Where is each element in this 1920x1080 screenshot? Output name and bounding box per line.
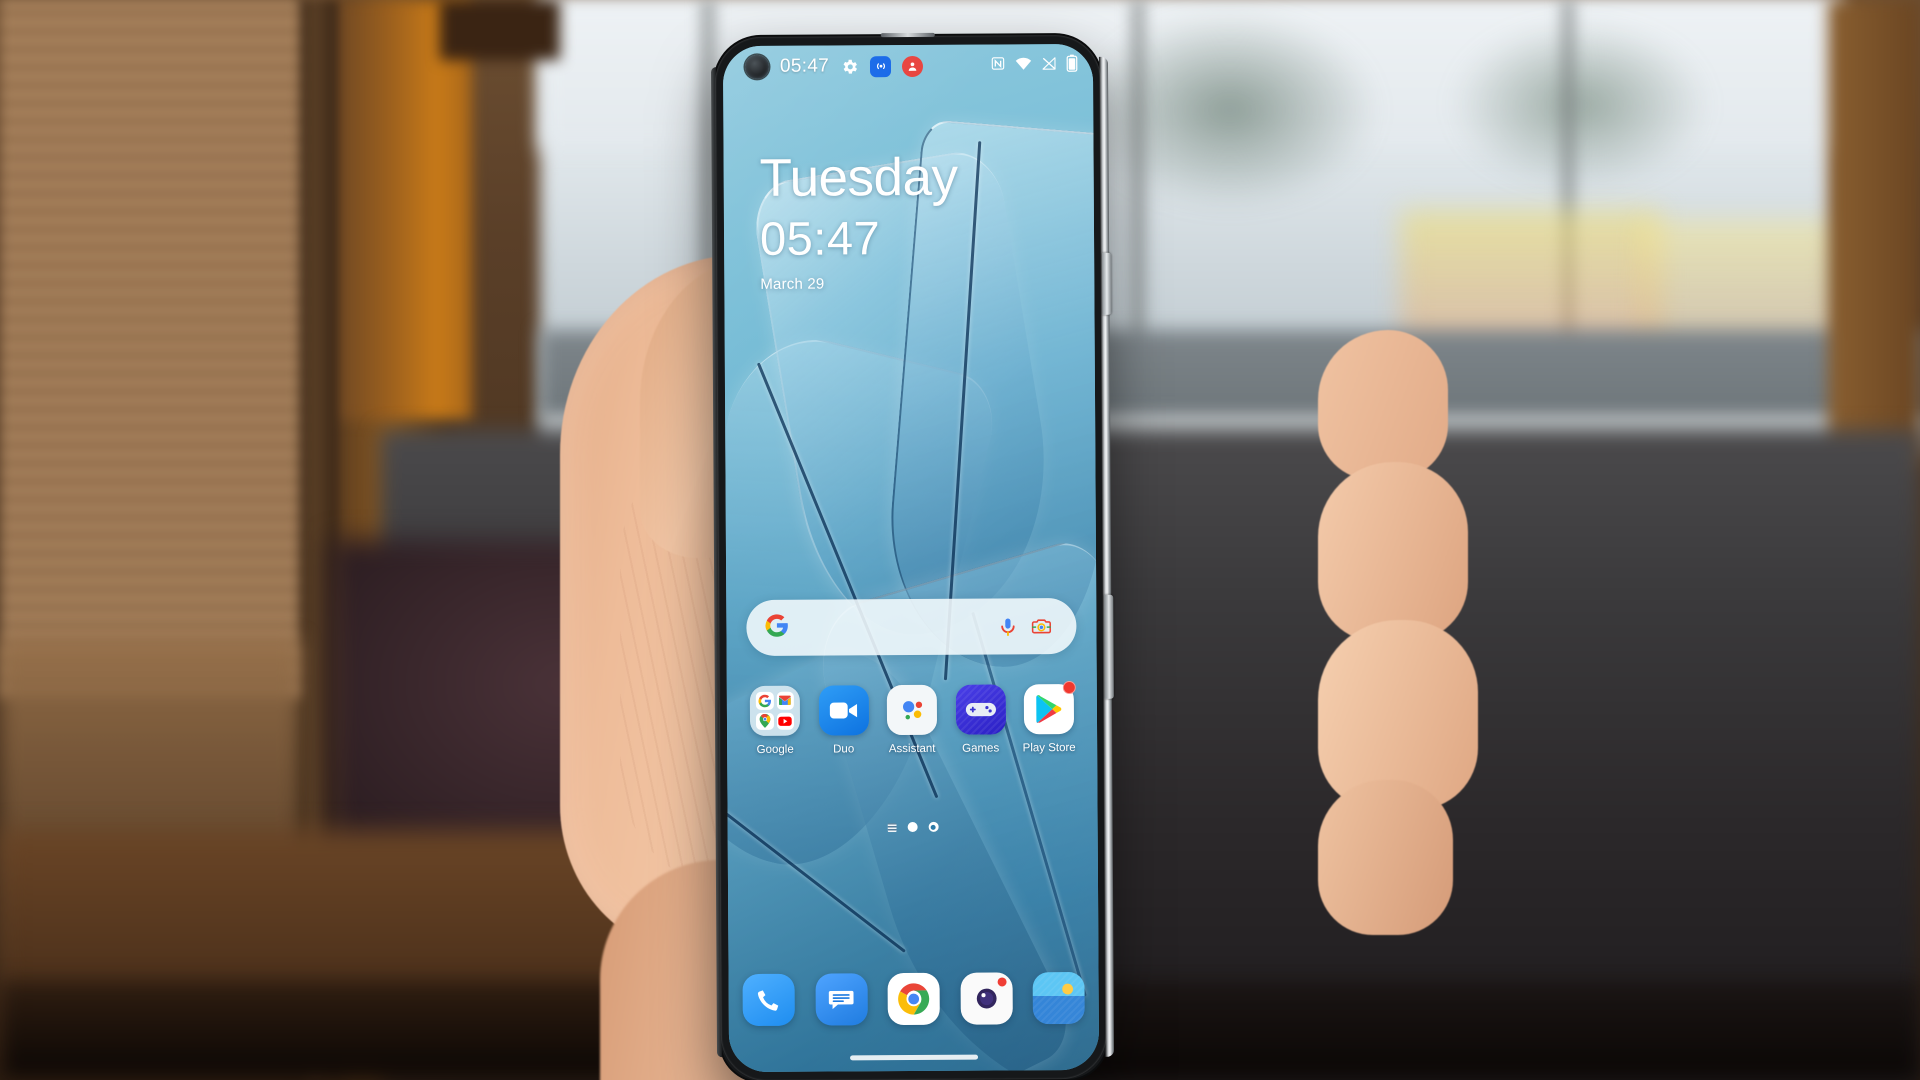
google-folder-icon[interactable]: [749, 685, 801, 736]
play-store-icon[interactable]: [1023, 680, 1076, 735]
google-g-logo-icon: [764, 613, 789, 643]
status-bar-clock: 05:47: [779, 55, 830, 77]
gesture-navigation-pill[interactable]: [850, 1054, 979, 1061]
mini-icon-youtube: [776, 712, 795, 730]
power-button[interactable]: [1104, 594, 1114, 699]
clock-widget[interactable]: Tuesday 05:47 March 29: [759, 147, 959, 293]
play-store-notification-badge: [1062, 680, 1076, 695]
app-label-games: Games: [962, 742, 1000, 755]
dock-icon-phone[interactable]: [742, 973, 795, 1027]
photo-scene: 05:47 Tuesday 05:47 March 29 Google Duo …: [0, 0, 1920, 1080]
app-dock: [742, 971, 1085, 1027]
app-icon-assistant[interactable]: Assistant: [878, 684, 946, 756]
dock-icon-camera[interactable]: [960, 972, 1013, 1025]
right-wood-post: [1828, 0, 1920, 470]
search-input[interactable]: [789, 627, 990, 628]
app-icon-google-folder[interactable]: Google: [741, 685, 809, 756]
index-finger: [1318, 330, 1448, 480]
status-bar-right-icons: [990, 54, 1078, 77]
google-search-bar[interactable]: [746, 597, 1077, 657]
nfc-icon: [990, 55, 1006, 75]
pinky-finger: [1318, 780, 1453, 935]
google-lens-camera-icon[interactable]: [1024, 609, 1058, 643]
middle-finger: [1318, 462, 1468, 642]
phone-screen[interactable]: 05:47 Tuesday 05:47 March 29 Google Duo …: [722, 43, 1100, 1073]
assistant-icon[interactable]: [886, 684, 938, 736]
tree-blur-2: [1450, 20, 1710, 190]
app-label-google: Google: [756, 743, 794, 756]
dock-icon-chrome[interactable]: [887, 972, 940, 1026]
home-screen-app-row: Google Duo Assistant Games Play Store: [741, 680, 1083, 756]
front-camera-punch-hole: [744, 54, 770, 80]
tree-blur: [1080, 10, 1380, 210]
smartphone: 05:47 Tuesday 05:47 March 29 Google Duo …: [710, 32, 1115, 1080]
dock-icon-gallery[interactable]: [1032, 971, 1085, 1025]
app-label-assistant: Assistant: [888, 742, 936, 756]
earpiece-speaker: [880, 32, 935, 38]
mini-icon-google: [755, 691, 774, 710]
cellular-signal-off-icon: [1041, 56, 1057, 74]
page-indicator-recents[interactable]: [887, 822, 897, 832]
alert-slider-button[interactable]: [1102, 252, 1112, 315]
dock-icon-messages[interactable]: [815, 973, 868, 1026]
status-bar[interactable]: 05:47: [723, 44, 1093, 88]
account-alert-badge-icon[interactable]: [901, 55, 924, 77]
app-icon-play-store[interactable]: Play Store: [1015, 680, 1083, 755]
nfc-broadcast-badge-icon[interactable]: [869, 55, 892, 77]
window-blinds: [0, 0, 300, 700]
wood-column-lit: [332, 0, 472, 420]
mini-icon-gmail: [776, 691, 794, 710]
camera-notification-dot: [997, 977, 1007, 987]
clock-widget-day: Tuesday: [759, 147, 958, 208]
page-indicator-home-active[interactable]: [907, 821, 918, 833]
battery-icon: [1066, 54, 1078, 76]
page-indicator-discover[interactable]: [928, 821, 939, 832]
settings-gear-icon[interactable]: [840, 57, 859, 76]
ceiling-beam: [440, 0, 560, 60]
microphone-icon[interactable]: [990, 609, 1024, 643]
clock-widget-date: March 29: [760, 275, 825, 293]
app-label-play-store: Play Store: [1022, 741, 1076, 755]
clock-widget-time: 05:47: [759, 211, 881, 265]
app-icon-duo[interactable]: Duo: [809, 685, 877, 755]
duo-icon[interactable]: [818, 685, 869, 736]
games-controller-icon[interactable]: [955, 684, 1006, 735]
mini-icon-maps: [755, 712, 774, 730]
wifi-icon: [1015, 56, 1032, 74]
app-label-duo: Duo: [833, 743, 855, 756]
app-icon-games[interactable]: Games: [946, 684, 1014, 755]
